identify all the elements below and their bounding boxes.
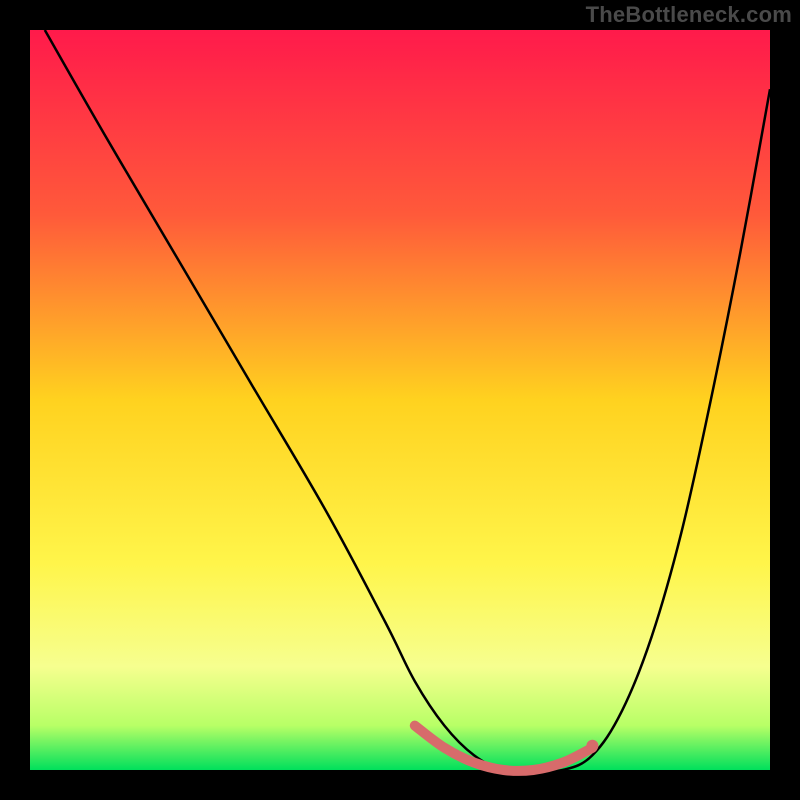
watermark-text: TheBottleneck.com	[586, 2, 792, 28]
chart-frame: TheBottleneck.com	[0, 0, 800, 800]
plot-background	[30, 30, 770, 770]
bottleneck-chart	[0, 0, 800, 800]
highlight-dot	[586, 740, 598, 752]
